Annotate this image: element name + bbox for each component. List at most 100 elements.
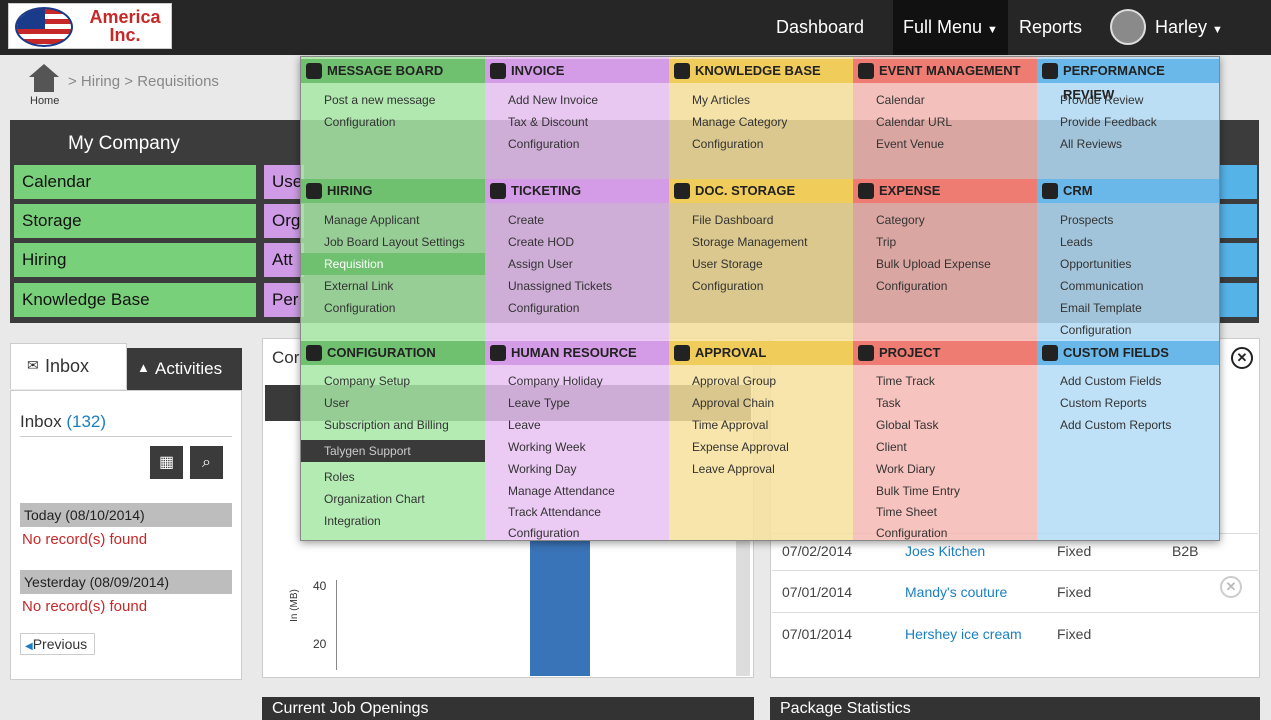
menu-item[interactable]: Working Day — [485, 458, 669, 480]
menu-item[interactable]: File Dashboard — [669, 209, 853, 231]
menu-item[interactable]: Configuration — [301, 297, 485, 319]
tile-user[interactable]: Use — [264, 165, 304, 199]
tile-hiring[interactable]: Hiring — [14, 243, 256, 277]
tile-storage[interactable]: Storage — [14, 204, 256, 238]
menu-item[interactable]: Time Sheet — [853, 501, 1037, 523]
menu-item[interactable]: Manage Applicant — [301, 209, 485, 231]
menu-item[interactable]: Configuration — [669, 275, 853, 297]
nav-reports[interactable]: Reports — [1019, 0, 1082, 55]
menu-item-requisition[interactable]: Requisition — [301, 253, 485, 275]
company-logo[interactable]: America Inc. — [8, 3, 172, 49]
menu-item[interactable]: User — [301, 392, 485, 414]
menu-item[interactable]: Configuration — [853, 275, 1037, 297]
menu-item[interactable]: Configuration — [485, 522, 669, 544]
menu-item[interactable]: Trip — [853, 231, 1037, 253]
menu-item[interactable]: Category — [853, 209, 1037, 231]
client-link[interactable]: Hershey ice cream — [905, 626, 1022, 642]
tile-performance[interactable]: Per — [264, 283, 304, 317]
home-icon[interactable] — [28, 64, 60, 94]
section-performance-review[interactable]: PERFORMANCE REVIEW — [1037, 59, 1219, 102]
menu-item[interactable]: Time Approval — [669, 414, 853, 436]
menu-item[interactable]: Time Track — [853, 370, 1037, 392]
section-knowledge-base[interactable]: KNOWLEDGE BASE — [669, 59, 853, 83]
menu-item[interactable]: Calendar URL — [853, 111, 1037, 133]
menu-item[interactable]: Manage Category — [669, 111, 853, 133]
menu-item[interactable]: Configuration — [853, 522, 1037, 544]
menu-item[interactable]: Integration — [301, 510, 485, 532]
menu-item[interactable]: Global Task — [853, 414, 1037, 436]
menu-item[interactable]: Provide Review — [1037, 89, 1221, 111]
menu-item[interactable]: Subscription and Billing — [301, 414, 485, 436]
section-custom-fields[interactable]: CUSTOM FIELDS — [1037, 341, 1219, 365]
menu-item[interactable]: Storage Management — [669, 231, 853, 253]
menu-item-talygen-support[interactable]: Talygen Support — [301, 440, 485, 462]
menu-item[interactable]: Create HOD — [485, 231, 669, 253]
tile-attendance[interactable]: Att — [264, 243, 304, 277]
menu-item[interactable]: Assign User — [485, 253, 669, 275]
home-label[interactable]: Home — [30, 95, 59, 107]
section-hiring[interactable]: HIRING — [301, 179, 485, 203]
menu-item[interactable]: Post a new message — [301, 89, 485, 111]
menu-item[interactable]: Add Custom Fields — [1037, 370, 1221, 392]
client-link[interactable]: Joes Kitchen — [905, 543, 985, 559]
tile-right-1[interactable] — [1220, 165, 1257, 199]
menu-item[interactable]: Client — [853, 436, 1037, 458]
menu-item[interactable]: Task — [853, 392, 1037, 414]
tile-calendar[interactable]: Calendar — [14, 165, 256, 199]
menu-item[interactable]: Email Template — [1037, 297, 1221, 319]
menu-item[interactable]: Leave Type — [485, 392, 669, 414]
menu-item[interactable]: Approval Chain — [669, 392, 853, 414]
menu-item[interactable]: My Articles — [669, 89, 853, 111]
menu-item[interactable]: Communication — [1037, 275, 1221, 297]
tab-activities[interactable]: ▲ Activities — [127, 348, 242, 390]
menu-item[interactable]: Create — [485, 209, 669, 231]
menu-item[interactable]: User Storage — [669, 253, 853, 275]
menu-item[interactable]: Work Diary — [853, 458, 1037, 480]
menu-item[interactable]: Configuration — [1037, 319, 1221, 341]
menu-item[interactable]: Company Setup — [301, 370, 485, 392]
nav-full-menu[interactable]: Full Menu ▼ — [893, 0, 1008, 55]
menu-item[interactable]: Company Holiday — [485, 370, 669, 392]
client-link[interactable]: Mandy's couture — [905, 584, 1007, 600]
scrollbar[interactable] — [736, 541, 750, 676]
menu-item[interactable]: Configuration — [669, 133, 853, 155]
menu-item[interactable]: Roles — [301, 466, 485, 488]
section-configuration[interactable]: CONFIGURATION — [301, 341, 485, 365]
menu-item[interactable]: Approval Group — [669, 370, 853, 392]
menu-item[interactable]: Custom Reports — [1037, 392, 1221, 414]
reject-icon[interactable]: ✕ — [1220, 576, 1242, 598]
nav-dashboard[interactable]: Dashboard — [776, 0, 864, 55]
section-project[interactable]: PROJECT — [853, 341, 1037, 365]
menu-item[interactable]: Working Week — [485, 436, 669, 458]
menu-item[interactable]: Calendar — [853, 89, 1037, 111]
tile-right-4[interactable] — [1220, 283, 1257, 317]
menu-item[interactable]: All Reviews — [1037, 133, 1221, 155]
tile-knowledge-base[interactable]: Knowledge Base — [14, 283, 256, 317]
section-human-resource[interactable]: HUMAN RESOURCE — [485, 341, 669, 365]
menu-item[interactable]: Job Board Layout Settings — [301, 231, 485, 253]
menu-item[interactable]: Manage Attendance — [485, 480, 669, 502]
search-icon[interactable]: ⌕ — [190, 446, 223, 479]
menu-item[interactable]: Bulk Upload Expense — [853, 253, 1037, 275]
menu-item[interactable]: Configuration — [485, 297, 669, 319]
section-ticketing[interactable]: TICKETING — [485, 179, 669, 203]
menu-item[interactable]: Configuration — [301, 111, 485, 133]
menu-item[interactable]: Unassigned Tickets — [485, 275, 669, 297]
menu-item[interactable]: Bulk Time Entry — [853, 480, 1037, 502]
section-event-management[interactable]: EVENT MANAGEMENT — [853, 59, 1037, 83]
section-message-board[interactable]: MESSAGE BOARD — [301, 59, 485, 83]
menu-item[interactable]: Tax & Discount — [485, 111, 669, 133]
section-invoice[interactable]: INVOICE — [485, 59, 669, 83]
section-expense[interactable]: EXPENSE — [853, 179, 1037, 203]
menu-item[interactable]: Expense Approval — [669, 436, 853, 458]
calendar-icon[interactable]: ▦ — [150, 446, 183, 479]
menu-item[interactable]: Prospects — [1037, 209, 1221, 231]
section-approval[interactable]: APPROVAL — [669, 341, 853, 365]
menu-item[interactable]: Add New Invoice — [485, 89, 669, 111]
menu-item[interactable]: Leave — [485, 414, 669, 436]
menu-item[interactable]: Add Custom Reports — [1037, 414, 1221, 436]
close-icon[interactable]: ✕ — [1231, 347, 1253, 369]
menu-item[interactable]: Configuration — [485, 133, 669, 155]
section-doc-storage[interactable]: DOC. STORAGE — [669, 179, 853, 203]
tab-inbox[interactable]: ✉ Inbox — [10, 343, 127, 389]
